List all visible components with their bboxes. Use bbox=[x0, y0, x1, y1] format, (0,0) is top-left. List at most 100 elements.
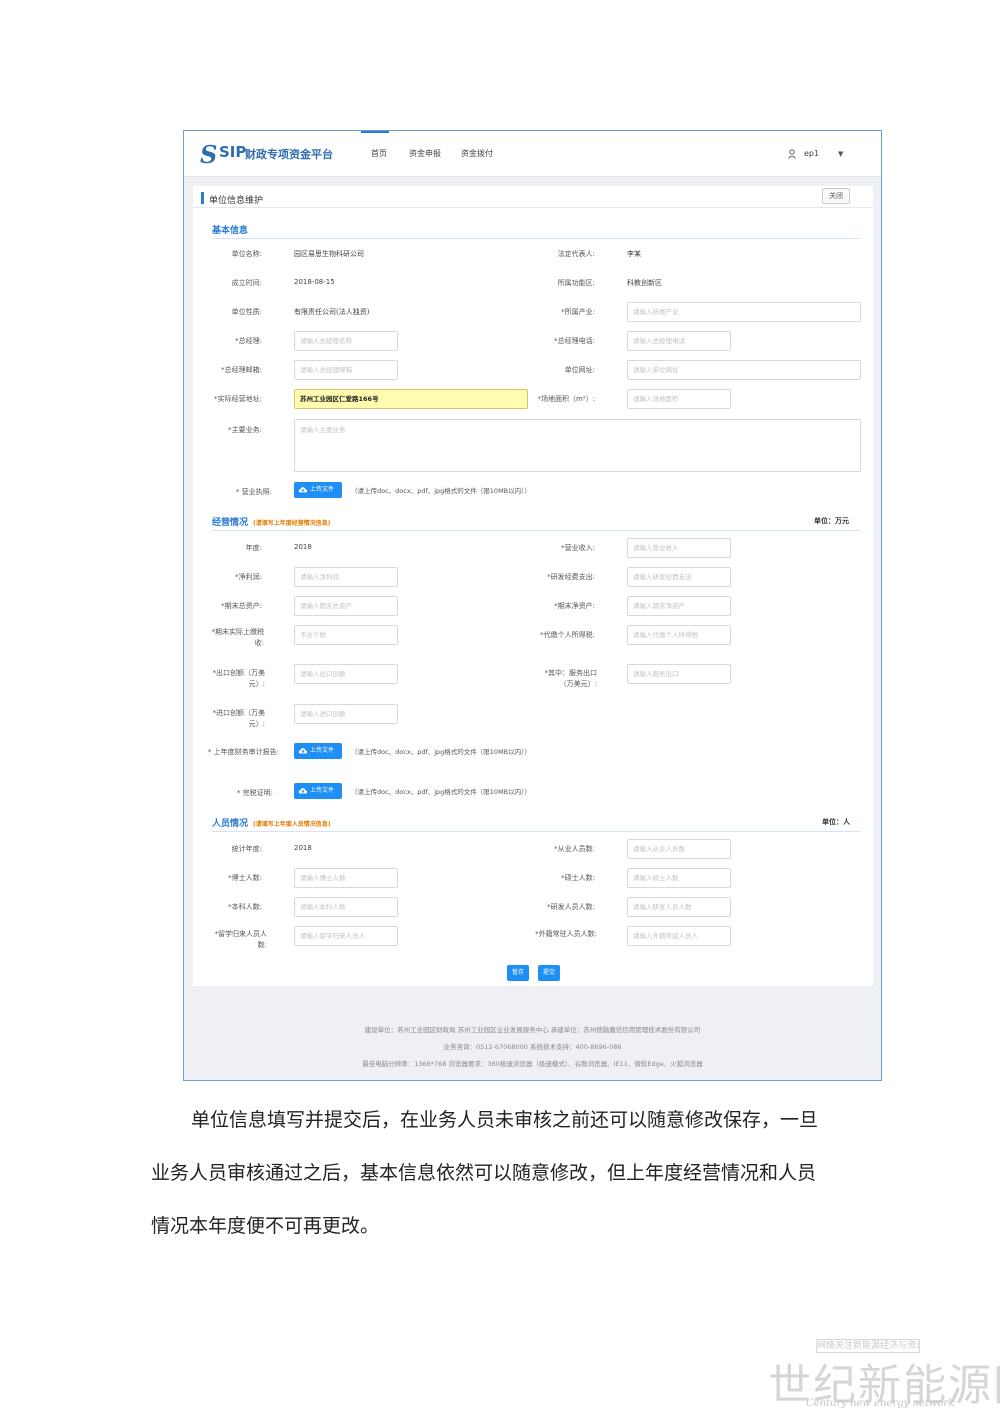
audit-upload-button[interactable]: 上传文件 bbox=[294, 743, 342, 759]
label-foreign-staff: *外籍常驻人员人数: bbox=[535, 930, 597, 938]
paragraph-line-1: 单位信息填写并提交后，在业务人员未审核之前还可以随意修改保存，一旦 bbox=[191, 1109, 819, 1131]
phd-input[interactable]: 请输入博士人数 bbox=[294, 868, 398, 888]
master-input[interactable]: 请输入硕士人数 bbox=[627, 868, 731, 888]
section-divider bbox=[212, 530, 860, 531]
footer-browser: 最佳电脑分辨率：1366*768 浏览器要求：360极速浏览器（极速模式）、谷歌… bbox=[362, 1060, 703, 1068]
section-divider bbox=[212, 238, 860, 239]
label-legal-rep: 法定代表人: bbox=[557, 250, 595, 258]
label-stat-year: 统计年度: bbox=[231, 845, 262, 853]
user-name[interactable]: ep1 bbox=[804, 149, 819, 158]
gm-email-input[interactable]: 请输入总经理邮箱 bbox=[294, 360, 398, 380]
net-profit-input[interactable]: 请输入净利润 bbox=[294, 567, 398, 587]
cloud-upload-icon bbox=[298, 487, 308, 493]
title-accent-bar bbox=[201, 192, 204, 204]
label-address: *实际经营地址: bbox=[214, 395, 262, 403]
logo-icon: S bbox=[200, 140, 218, 169]
footer-contact: 业务咨询：0512-67068000 系统技术支持：400-8696-086 bbox=[443, 1043, 622, 1051]
label-rd-expense: *研发经费支出: bbox=[547, 573, 595, 581]
import-input[interactable]: 请输入进口创额 bbox=[294, 704, 398, 724]
paragraph-line-2: 业务人员审核通过之后，基本信息依然可以随意修改，但上年度经营情况和人员 bbox=[151, 1162, 817, 1184]
service-export-input[interactable]: 请输入服务出口 bbox=[627, 664, 731, 684]
label-master: *硕士人数: bbox=[561, 874, 595, 882]
nav-fund-disburse[interactable]: 资金拨付 bbox=[461, 148, 493, 159]
license-upload-button[interactable]: 上传文件 bbox=[294, 482, 342, 498]
section-staff-label: 人员情况 bbox=[212, 819, 249, 829]
label-employees: *从业人员数: bbox=[554, 845, 595, 853]
logo-sip-text: SIP bbox=[219, 143, 247, 161]
total-assets-input[interactable]: 请输入期末总资产 bbox=[294, 596, 398, 616]
label-tax-paid: *期末实际上缴税收: bbox=[211, 628, 265, 647]
upload-label: 上传文件 bbox=[310, 747, 335, 754]
panel-title: 单位信息维护 bbox=[209, 196, 264, 206]
upload-label: 上传文件 bbox=[310, 486, 335, 493]
staff-unit: 单位：人 bbox=[822, 818, 850, 826]
footer-builder: 建设单位：苏州工业园区财政局 苏州工业园区企业发展服务中心 承建单位：苏州德融嘉… bbox=[364, 1026, 701, 1034]
label-unit-type: 单位性质: bbox=[231, 308, 262, 316]
returnees-input[interactable]: 请输入留学归来人员人 bbox=[294, 926, 398, 946]
audit-upload-hint: （请上传doc、docx、pdf、jpg格式的文件（限10MB以内）） bbox=[351, 748, 531, 756]
section-divider bbox=[212, 831, 860, 832]
platform-name: 财政专项资金平台 bbox=[245, 148, 333, 161]
website-input[interactable]: 请输入单位网址 bbox=[627, 360, 861, 380]
nav-fund-apply[interactable]: 资金申报 bbox=[409, 148, 441, 159]
label-revenue: *营业收入: bbox=[561, 544, 595, 552]
label-import: *进口创额（万美元）: bbox=[212, 709, 266, 728]
value-unit-name: 园区易思生物科研公司 bbox=[294, 250, 364, 258]
label-gm-email: *总经理邮箱: bbox=[221, 366, 262, 374]
label-personal-tax: *代缴个人所得税: bbox=[540, 631, 595, 639]
section-basic-label: 基本信息 bbox=[212, 226, 249, 236]
section-ops-note: (请填写上年度经营情况信息) bbox=[253, 520, 331, 527]
unit-info-panel: 单位信息维护 关闭 基本信息 单位名称: 园区易思生物科研公司 法定代表人: 李… bbox=[193, 186, 873, 986]
user-icon[interactable] bbox=[788, 149, 796, 159]
gm-input[interactable]: 请输入总经理名称 bbox=[294, 331, 398, 351]
industry-input[interactable]: 请输入所属产业 bbox=[627, 302, 861, 322]
label-tax-certificate: * 完税证明: bbox=[236, 789, 273, 797]
rd-expense-input[interactable]: 请输入研发经费支出 bbox=[627, 567, 731, 587]
main-business-textarea[interactable]: 请输入主要业务 bbox=[294, 419, 861, 472]
label-gm: *总经理: bbox=[235, 337, 262, 345]
label-total-assets: *期末总资产: bbox=[221, 602, 262, 610]
revenue-input[interactable]: 请输入营业收入 bbox=[627, 538, 731, 558]
value-stat-year: 2018 bbox=[294, 844, 312, 852]
cloud-upload-icon bbox=[298, 788, 308, 794]
save-draft-button[interactable]: 暂存 bbox=[507, 965, 529, 981]
label-export: *出口创额（万美元）: bbox=[212, 669, 266, 688]
label-industry: *所属产业: bbox=[561, 308, 595, 316]
rd-staff-input[interactable]: 请输入研发人员人数 bbox=[627, 897, 731, 917]
license-upload-hint: （请上传doc、docx、pdf、jpg格式的文件（限10MB以内）） bbox=[351, 487, 531, 495]
value-year: 2018 bbox=[294, 543, 312, 551]
label-area: *场地面积（m²）: bbox=[537, 395, 595, 403]
tax-certificate-upload-button[interactable]: 上传文件 bbox=[294, 783, 342, 799]
address-input[interactable]: 苏州工业园区仁爱路166号 bbox=[294, 389, 528, 409]
net-assets-input[interactable]: 请输入期末净资产 bbox=[627, 596, 731, 616]
close-button[interactable]: 关闭 bbox=[822, 188, 850, 204]
foreign-staff-input[interactable]: 请输入外籍常驻人员人 bbox=[627, 926, 731, 946]
gm-phone-input[interactable]: 请输入总经理电话 bbox=[627, 331, 731, 351]
value-legal-rep: 李某 bbox=[627, 250, 641, 258]
paragraph-line-3: 情况本年度便不可再更改。 bbox=[151, 1215, 380, 1237]
label-net-profit: *净利润: bbox=[235, 573, 262, 581]
panel-divider bbox=[193, 207, 873, 208]
ops-unit: 单位：万元 bbox=[814, 517, 849, 525]
bachelor-input[interactable]: 请输入本科人数 bbox=[294, 897, 398, 917]
export-input[interactable]: 请输入出口创额 bbox=[294, 664, 398, 684]
chevron-down-icon[interactable]: ▼ bbox=[838, 150, 843, 158]
label-rd-staff: *研发人员人数: bbox=[547, 903, 595, 911]
submit-button[interactable]: 提交 bbox=[538, 965, 560, 981]
tax-certificate-upload-hint: （请上传doc、docx、pdf、jpg格式的文件（限10MB以内）） bbox=[351, 788, 531, 796]
label-returnees: *留学归来人员人数: bbox=[214, 930, 268, 949]
nav-home[interactable]: 首页 bbox=[371, 148, 387, 159]
employees-input[interactable]: 请输入从业人员数 bbox=[627, 839, 731, 859]
label-zone: 所属功能区: bbox=[557, 279, 595, 287]
tax-paid-input[interactable]: 不含个税 bbox=[294, 625, 398, 645]
section-ops-title: 经营情况 (请填写上年度经营情况信息) bbox=[212, 515, 331, 528]
value-unit-type: 有限责任公司(法人独资) bbox=[294, 308, 370, 316]
label-service-export: *其中：服务出口（万美元）: bbox=[544, 669, 598, 688]
screenshot-frame: S SIP 财政专项资金平台 首页 资金申报 资金拨付 ep1 ▼ 单位信息维护… bbox=[183, 130, 882, 1081]
area-input[interactable]: 请输入场地面积 bbox=[627, 389, 731, 409]
personal-tax-input[interactable]: 请输入代缴个人所得税 bbox=[627, 625, 731, 645]
label-founded: 成立时间: bbox=[231, 279, 262, 287]
value-founded: 2018-08-15 bbox=[294, 278, 335, 286]
upload-label: 上传文件 bbox=[310, 787, 335, 794]
value-zone: 科教创新区 bbox=[627, 279, 662, 287]
